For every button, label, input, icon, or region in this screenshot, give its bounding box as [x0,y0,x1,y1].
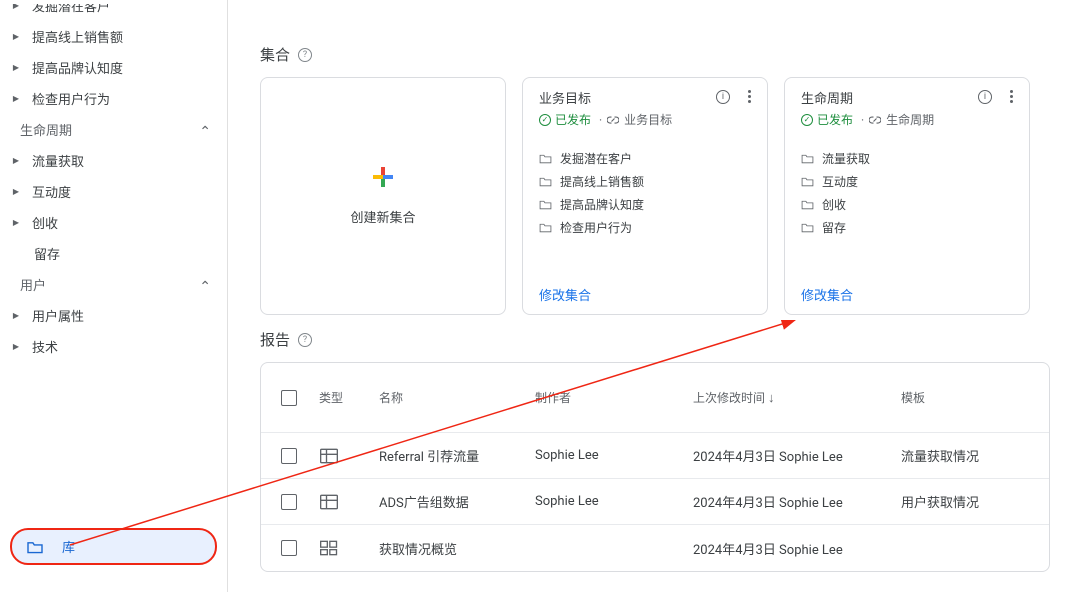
caret-right-icon: ▶ [10,63,22,72]
folder-icon [539,199,552,210]
select-all-checkbox[interactable] [281,390,297,406]
card-meta: · 生命周期 [861,111,934,128]
row-author: Sophie Lee [535,448,693,463]
folder-icon [801,222,814,233]
table-row[interactable]: Referral 引荐流量 Sophie Lee 2024年4月3日 Sophi… [261,433,1049,479]
more-menu-icon[interactable] [1008,88,1015,105]
folder-item: 互动度 [801,173,1013,190]
row-date: 2024年4月3日 Sophie Lee [693,492,901,511]
chevron-up-icon [199,122,211,137]
folder-item: 提高线上销售额 [539,173,751,190]
row-checkbox[interactable] [281,448,297,464]
card-title: 生命周期 [801,88,934,107]
caret-right-icon: ▶ [10,218,22,227]
row-date: 2024年4月3日 Sophie Lee [693,539,901,558]
caret-right-icon: ▶ [10,32,22,41]
table-type-icon [319,447,339,465]
table-header-row: 类型 名称 制作者 上次修改时间↓ 模板 [261,363,1049,433]
row-author: Sophie Lee [535,494,693,509]
create-collection-card[interactable]: 创建新集合 [260,77,506,315]
collection-card-business-goals: 业务目标 ✓ 已发布 · 业务目标 [522,77,768,315]
col-header-author[interactable]: 制作者 [535,389,693,406]
sidebar-item-user-behavior[interactable]: ▶ 检查用户行为 [0,83,227,114]
collection-card-lifecycle: 生命周期 ✓ 已发布 · 生命周期 [784,77,1030,315]
published-badge: ✓ 已发布 [539,111,591,128]
reports-section-title: 报告 ? [260,329,1080,350]
folder-item: 流量获取 [801,150,1013,167]
sidebar-item-retention[interactable]: 留存 [0,238,227,269]
check-circle-icon: ✓ [539,114,551,126]
edit-collection-link[interactable]: 修改集合 [801,289,853,304]
col-header-date[interactable]: 上次修改时间↓ [693,389,901,406]
folder-item: 发掘潜在客户 [539,150,751,167]
library-button[interactable]: 库 [10,528,217,565]
card-meta: · 业务目标 [599,111,672,128]
row-name: ADS广告组数据 [379,492,535,511]
sidebar-item-traffic-acquisition[interactable]: ▶ 流量获取 [0,145,227,176]
row-date: 2024年4月3日 Sophie Lee [693,446,901,465]
folder-icon [539,222,552,233]
row-name: Referral 引荐流量 [379,446,535,465]
card-title: 业务目标 [539,88,672,107]
reports-table: 类型 名称 制作者 上次修改时间↓ 模板 Referral 引荐流量 Sophi… [260,362,1050,572]
sidebar: ▶ 发掘潜在客户 ▶ 提高线上销售额 ▶ 提高品牌认知度 ▶ 检查用户行为 生命… [0,0,228,592]
sidebar-item-monetization[interactable]: ▶ 创收 [0,207,227,238]
check-circle-icon: ✓ [801,114,813,126]
edit-collection-link[interactable]: 修改集合 [539,289,591,304]
sort-desc-icon: ↓ [768,390,775,406]
google-plus-icon [373,167,393,187]
folder-icon [801,199,814,210]
link-icon [607,114,619,126]
row-template: 流量获取情况 [901,446,1029,465]
folder-icon [801,176,814,187]
link-icon [869,114,881,126]
sidebar-group-user[interactable]: 用户 [0,269,227,300]
row-checkbox[interactable] [281,494,297,510]
folder-icon [801,153,814,164]
row-checkbox[interactable] [281,540,297,556]
collections-section-title: 集合 ? [260,44,1080,65]
dashboard-type-icon [319,539,339,557]
caret-right-icon: ▶ [10,342,22,351]
folder-icon [539,153,552,164]
table-type-icon [319,493,339,511]
caret-right-icon: ▶ [10,94,22,103]
info-icon[interactable]: i [978,90,992,104]
sidebar-item-potential-customers[interactable]: ▶ 发掘潜在客户 [0,4,227,21]
col-header-template[interactable]: 模板 [901,389,1029,406]
sidebar-item-engagement[interactable]: ▶ 互动度 [0,176,227,207]
help-icon[interactable]: ? [298,48,312,62]
table-row[interactable]: 获取情况概览 2024年4月3日 Sophie Lee [261,525,1049,571]
row-name: 获取情况概览 [379,539,535,558]
help-icon[interactable]: ? [298,333,312,347]
folder-icon [26,540,44,554]
sidebar-item-tech[interactable]: ▶ 技术 [0,331,227,362]
more-menu-icon[interactable] [746,88,753,105]
sidebar-group-lifecycle[interactable]: 生命周期 [0,114,227,145]
sidebar-item-brand-awareness[interactable]: ▶ 提高品牌认知度 [0,52,227,83]
published-badge: ✓ 已发布 [801,111,853,128]
folder-item: 检查用户行为 [539,219,751,236]
sidebar-item-user-attributes[interactable]: ▶ 用户属性 [0,300,227,331]
main-content: 集合 ? 创建新集合 业务目标 [228,0,1080,592]
table-row[interactable]: ADS广告组数据 Sophie Lee 2024年4月3日 Sophie Lee… [261,479,1049,525]
caret-right-icon: ▶ [10,4,22,10]
sidebar-item-online-sales[interactable]: ▶ 提高线上销售额 [0,21,227,52]
folder-item: 创收 [801,196,1013,213]
folder-item: 留存 [801,219,1013,236]
info-icon[interactable]: i [716,90,730,104]
caret-right-icon: ▶ [10,311,22,320]
col-header-type[interactable]: 类型 [319,389,379,406]
folder-icon [539,176,552,187]
caret-right-icon: ▶ [10,187,22,196]
col-header-name[interactable]: 名称 [379,389,535,406]
row-template: 用户获取情况 [901,492,1029,511]
folder-item: 提高品牌认知度 [539,196,751,213]
chevron-up-icon [199,277,211,292]
caret-right-icon: ▶ [10,156,22,165]
